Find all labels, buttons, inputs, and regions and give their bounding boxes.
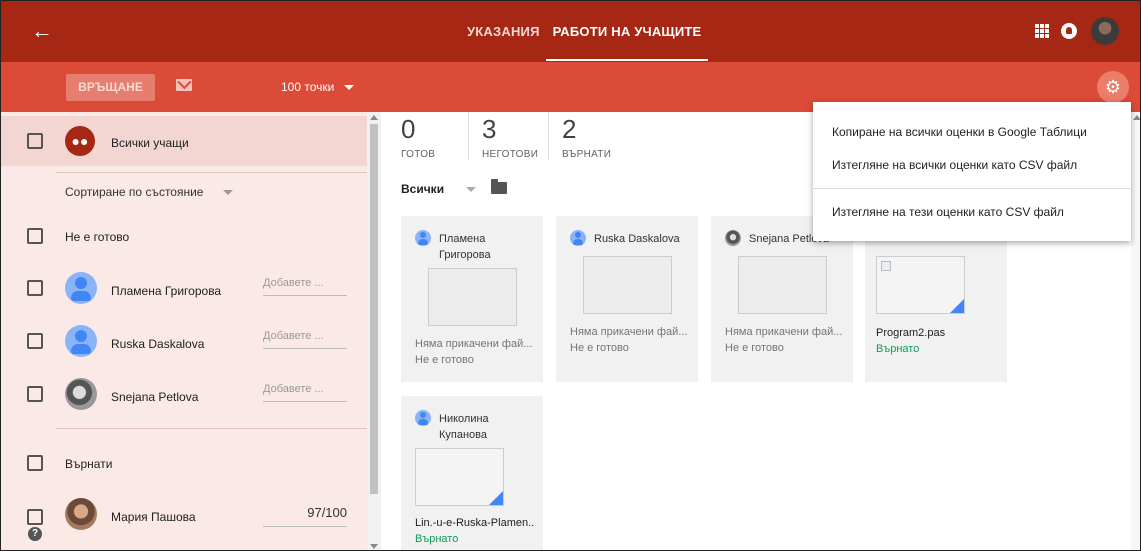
card-attachment-text: Lin.-u-e-Ruska-Plamen... <box>415 517 535 529</box>
points-dropdown[interactable]: 100 точки <box>281 80 355 94</box>
card-attachment-text: Няма прикачени фай... <box>570 326 688 338</box>
points-label: 100 точки <box>281 80 335 94</box>
divider <box>468 112 469 160</box>
divider <box>56 428 367 429</box>
student-checkbox[interactable] <box>27 509 43 525</box>
submission-card[interactable]: Ruska Daskalova Няма прикачени фай... Не… <box>556 216 698 382</box>
returned-group-checkbox[interactable] <box>27 455 43 471</box>
not-done-group-checkbox[interactable] <box>27 228 43 244</box>
student-name[interactable]: Ruska Daskalova <box>111 337 204 351</box>
student-checkbox[interactable] <box>27 333 43 349</box>
filter-label: Всички <box>401 182 445 196</box>
student-checkbox[interactable] <box>27 386 43 402</box>
card-attachment-text: Program2.pas <box>876 327 946 339</box>
stat-label: НЕГОТОВИ <box>482 149 539 160</box>
arrow-left-icon[interactable]: ← <box>31 19 55 43</box>
attachment-thumbnail <box>876 256 965 314</box>
card-student-name: Пламена Григорова <box>439 233 491 261</box>
student-avatar <box>415 410 431 426</box>
right-scrollbar[interactable] <box>1131 112 1140 550</box>
card-status: Върнато <box>876 343 920 355</box>
student-avatar <box>65 272 97 304</box>
stat-label: ГОТОВ <box>401 149 436 160</box>
scroll-up-icon[interactable] <box>1133 115 1140 120</box>
card-attachment-text: Няма прикачени фай... <box>415 338 533 350</box>
attachment-thumbnail <box>583 256 672 314</box>
all-students-row[interactable]: ●● Всички учащи <box>1 116 367 166</box>
tab-instructions[interactable]: УКАЗАНИЯ <box>467 1 540 62</box>
attachment-thumbnail <box>415 448 504 506</box>
grade-input[interactable]: Добавете ... <box>263 277 347 296</box>
all-students-label: Всички учащи <box>111 136 189 150</box>
student-list-panel: ●● Всички учащи Сортиране по състояние Н… <box>1 112 367 550</box>
student-name[interactable]: Мария Пашова <box>111 510 196 524</box>
grade-input[interactable]: Добавете ... <box>263 330 347 349</box>
email-icon[interactable] <box>176 79 192 91</box>
card-status: Не е готово <box>415 354 474 366</box>
student-avatar <box>415 230 431 246</box>
apps-grid-icon[interactable] <box>1035 24 1049 38</box>
returned-group-label: Върнати <box>65 457 113 471</box>
folder-icon[interactable] <box>491 179 507 194</box>
scroll-up-icon[interactable] <box>370 115 378 120</box>
gear-icon[interactable]: ⚙ <box>1097 71 1129 103</box>
stat-label: ВЪРНАТИ <box>562 149 612 160</box>
stat-value: 3 <box>482 114 497 144</box>
card-attachment-text: Няма прикачени фай... <box>725 326 843 338</box>
sort-label: Сортиране по състояние <box>65 185 204 199</box>
grade-input[interactable]: 97/100 <box>263 505 347 527</box>
student-checkbox[interactable] <box>27 280 43 296</box>
chevron-down-icon <box>466 187 477 193</box>
menu-item-download-all-csv[interactable]: Изтегляне на всички оценки като CSV файл <box>832 158 1077 172</box>
menu-item-copy-to-sheets[interactable]: Копиране на всички оценки в Google Табли… <box>832 125 1087 139</box>
card-student-name: Ruska Daskalova <box>594 233 680 245</box>
student-avatar <box>570 230 586 246</box>
app-window: ← УКАЗАНИЯ РАБОТИ НА УЧАЩИТЕ ВРЪЩАНЕ 100… <box>0 0 1141 551</box>
active-tab-indicator <box>546 59 708 61</box>
submission-card[interactable]: Николина Купанова Lin.-u-e-Ruska-Plamen.… <box>401 396 543 550</box>
return-button[interactable]: ВРЪЩАНЕ <box>66 74 155 101</box>
tab-student-work[interactable]: РАБОТИ НА УЧАЩИТЕ <box>546 1 708 62</box>
scroll-down-icon[interactable] <box>370 544 378 549</box>
student-avatar <box>725 230 741 246</box>
divider <box>56 172 367 173</box>
grade-input[interactable]: Добавете ... <box>263 383 347 402</box>
student-avatar <box>65 378 97 410</box>
chevron-down-icon <box>344 85 355 91</box>
student-name[interactable]: Пламена Григорова <box>111 284 221 298</box>
sort-dropdown[interactable]: Сортиране по състояние <box>65 185 234 199</box>
group-icon: ●● <box>65 126 95 156</box>
filter-dropdown[interactable]: Всички <box>401 182 477 196</box>
menu-item-download-these-csv[interactable]: Изтегляне на тези оценки като CSV файл <box>832 205 1064 219</box>
tab-student-work-label: РАБОТИ НА УЧАЩИТЕ <box>552 24 702 39</box>
student-name[interactable]: Snejana Petlova <box>111 390 198 404</box>
card-status: Върнато <box>415 533 459 545</box>
submission-card[interactable]: Пламена Григорова Няма прикачени фай... … <box>401 216 543 382</box>
student-avatar <box>65 498 97 530</box>
left-scrollbar[interactable] <box>367 112 381 550</box>
scrollbar-thumb[interactable] <box>370 124 378 494</box>
grades-export-menu: Копиране на всички оценки в Google Табли… <box>813 102 1131 241</box>
not-done-group-label: Не е готово <box>65 230 130 244</box>
divider <box>548 112 549 160</box>
student-avatar <box>65 325 97 357</box>
card-status: Не е готово <box>570 342 629 354</box>
card-status: Не е готово <box>725 342 784 354</box>
top-app-bar: ← УКАЗАНИЯ РАБОТИ НА УЧАЩИТЕ <box>1 1 1140 62</box>
account-avatar[interactable] <box>1091 17 1119 45</box>
attachment-thumbnail <box>428 268 517 326</box>
notifications-icon[interactable] <box>1061 23 1077 39</box>
doc-corner-icon <box>950 299 964 313</box>
help-icon[interactable]: ? <box>28 527 42 541</box>
stat-value: 2 <box>562 114 577 144</box>
doc-corner-icon <box>489 491 503 505</box>
broken-image-icon <box>881 261 891 271</box>
chevron-down-icon <box>223 190 234 196</box>
attachment-thumbnail <box>738 256 827 314</box>
menu-divider <box>813 188 1131 189</box>
all-students-checkbox[interactable] <box>27 133 43 149</box>
stat-value: 0 <box>401 114 416 144</box>
card-student-name: Николина Купанова <box>439 413 489 441</box>
